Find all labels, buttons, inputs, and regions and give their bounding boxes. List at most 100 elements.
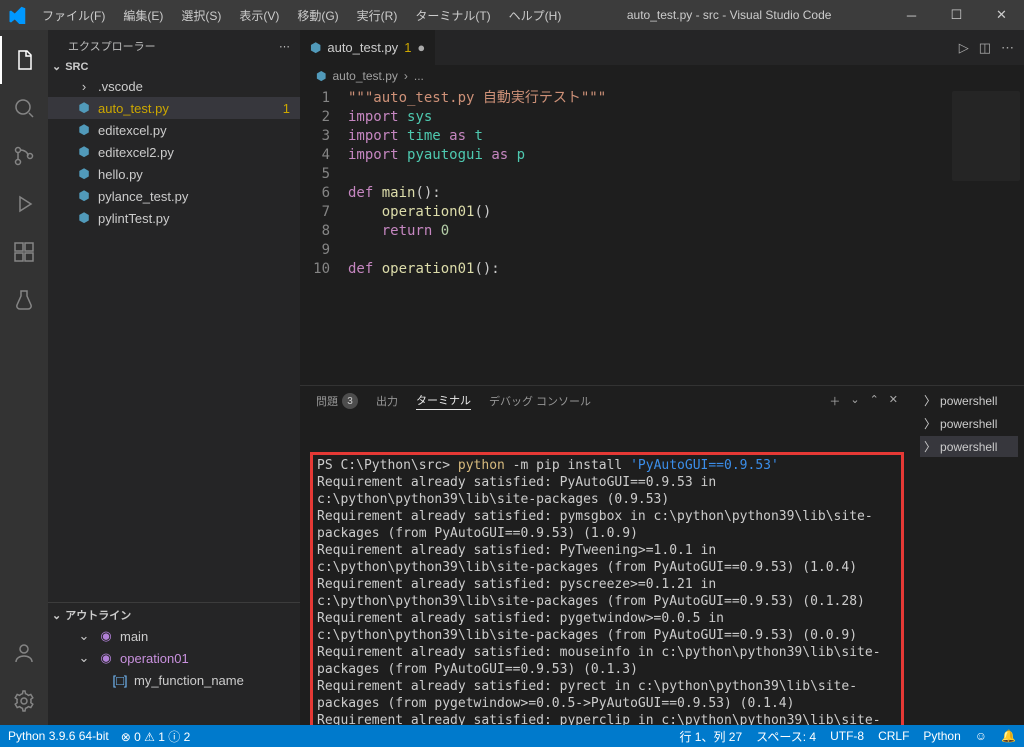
minimap[interactable] [952, 91, 1020, 181]
status-language[interactable]: Python [923, 729, 960, 743]
testing-icon[interactable] [0, 276, 48, 324]
extensions-icon[interactable] [0, 228, 48, 276]
terminal-instance[interactable]: 〉powershell [920, 390, 1018, 411]
settings-gear-icon[interactable] [0, 677, 48, 725]
outline-item[interactable]: ⌄ ◉ main [48, 625, 300, 647]
tab-auto-test[interactable]: ⬢ auto_test.py 1 ● [300, 30, 436, 65]
minimize-button[interactable]: ─ [889, 0, 934, 30]
outline-item[interactable]: ⌄◉operation01 [48, 647, 300, 669]
account-icon[interactable] [0, 629, 48, 677]
file-badge: 1 [283, 101, 300, 116]
status-cursor-position[interactable]: 行 1、列 27 [679, 728, 742, 745]
menu-item[interactable]: 移動(G) [289, 3, 346, 28]
close-button[interactable]: ✕ [979, 0, 1024, 30]
breadcrumb[interactable]: ⬢ auto_test.py › ... [300, 65, 1024, 87]
chevron-down-icon: ⌄ [76, 628, 92, 644]
file-item[interactable]: ⬢ hello.py [48, 163, 300, 185]
outline-label: my_function_name [134, 673, 300, 688]
file-item[interactable]: ⬢ pylintTest.py [48, 207, 300, 229]
file-item[interactable]: ⬢pylance_test.py [48, 185, 300, 207]
new-terminal-icon[interactable]: ＋ [829, 393, 840, 409]
variable-icon: [□] [112, 673, 128, 688]
chevron-down-icon: ⌄ [52, 609, 61, 622]
window-title: auto_test.py - src - Visual Studio Code [569, 8, 889, 22]
status-encoding[interactable]: UTF-8 [830, 729, 864, 743]
vscode-logo-icon [0, 0, 34, 30]
function-icon: ◉ [98, 628, 114, 644]
tab-problems[interactable]: 問題3 [316, 393, 358, 409]
folder-item[interactable]: ›.vscode [48, 75, 300, 97]
status-eol[interactable]: CRLF [878, 729, 909, 743]
explorer-title: エクスプローラー [68, 38, 156, 54]
editor[interactable]: 12345678910 """auto_test.py 自動実行テスト"""im… [300, 87, 1024, 385]
file-label: .vscode [98, 79, 300, 94]
tab-dirty-icon[interactable]: ● [417, 40, 425, 55]
outline-title: アウトライン [65, 607, 131, 623]
menu-item[interactable]: ターミナル(T) [407, 3, 498, 28]
tab-terminal[interactable]: ターミナル [416, 392, 471, 410]
powershell-icon: 〉 [924, 438, 936, 455]
terminal-instance[interactable]: 〉powershell [920, 413, 1018, 434]
terminal-instance[interactable]: 〉powershell [920, 436, 1018, 457]
status-indent[interactable]: スペース: 4 [756, 728, 816, 745]
outline-label: main [120, 629, 300, 644]
outline-item[interactable]: [□] my_function_name [48, 669, 300, 691]
tab-output[interactable]: 出力 [376, 393, 398, 409]
python-file-icon: ⬢ [76, 100, 92, 116]
titlebar: ファイル(F)編集(E)選択(S)表示(V)移動(G)実行(R)ターミナル(T)… [0, 0, 1024, 30]
outline-header[interactable]: ⌄ アウトライン [48, 602, 300, 625]
python-file-icon: ⬢ [76, 210, 92, 226]
menu-item[interactable]: ヘルプ(H) [501, 3, 570, 28]
file-item[interactable]: ⬢ auto_test.py 1 [48, 97, 300, 119]
run-icon[interactable]: ▷ [959, 40, 969, 56]
panel-tabs: 問題3 出力 ターミナル デバッグ コンソール ＋ ⌄ ⌃ ✕ [300, 386, 914, 416]
terminal[interactable]: PS C:\Python\src> python -m pip install … [300, 416, 914, 725]
more-icon[interactable]: ⋯ [1001, 40, 1014, 56]
terminal-list: 〉powershell〉powershell〉powershell [914, 386, 1024, 725]
status-diagnostics[interactable]: ⊗ 0 ⚠ 1 ⓘ 2 [121, 728, 191, 745]
file-item[interactable]: ⬢ editexcel2.py [48, 141, 300, 163]
split-editor-icon[interactable]: ◫ [979, 40, 991, 56]
activity-bar [0, 30, 48, 725]
chevron-down-icon: ⌄ [52, 60, 61, 73]
file-label: hello.py [98, 167, 300, 182]
file-item[interactable]: ⬢editexcel.py [48, 119, 300, 141]
source-control-icon[interactable] [0, 132, 48, 180]
status-feedback-icon[interactable]: ☺ [975, 729, 987, 743]
status-python-version[interactable]: Python 3.9.6 64-bit [8, 729, 109, 743]
window-controls: ─ ☐ ✕ [889, 0, 1024, 30]
python-file-icon: ⬢ [310, 40, 321, 56]
close-panel-icon[interactable]: ✕ [889, 393, 898, 409]
file-tree: ›.vscode⬢auto_test.py1⬢editexcel.py⬢edit… [48, 75, 300, 229]
menu-item[interactable]: 編集(E) [115, 3, 171, 28]
menu-item[interactable]: 表示(V) [231, 3, 287, 28]
workspace-name: SRC [65, 61, 88, 73]
breadcrumb-file: auto_test.py [332, 69, 397, 83]
file-label: auto_test.py [98, 101, 277, 116]
tab-debug-console[interactable]: デバッグ コンソール [489, 393, 591, 409]
run-debug-icon[interactable] [0, 180, 48, 228]
menu-item[interactable]: 実行(R) [349, 3, 406, 28]
function-icon: ◉ [98, 650, 114, 666]
status-bar: Python 3.9.6 64-bit ⊗ 0 ⚠ 1 ⓘ 2 行 1、列 27… [0, 725, 1024, 747]
python-file-icon: ⬢ [76, 166, 92, 182]
menu-item[interactable]: ファイル(F) [34, 3, 113, 28]
more-icon[interactable]: ⋯ [279, 40, 290, 53]
powershell-icon: 〉 [924, 415, 936, 432]
search-icon[interactable] [0, 84, 48, 132]
explorer-icon[interactable] [0, 36, 48, 84]
menu-item[interactable]: 選択(S) [173, 3, 229, 28]
tab-label: auto_test.py [327, 40, 398, 55]
status-bell-icon[interactable]: 🔔 [1001, 729, 1016, 743]
file-label: pylintTest.py [98, 211, 300, 226]
workspace-header[interactable]: ⌄ SRC [48, 58, 300, 75]
outline-label: operation01 [120, 651, 300, 666]
chevron-down-icon[interactable]: ⌄ [850, 393, 859, 409]
powershell-icon: 〉 [924, 392, 936, 409]
maximize-button[interactable]: ☐ [934, 0, 979, 30]
editor-tabs: ⬢ auto_test.py 1 ● ▷ ◫ ⋯ [300, 30, 1024, 65]
file-label: editexcel2.py [98, 145, 300, 160]
file-label: editexcel.py [98, 123, 300, 138]
python-file-icon: ⬢ [76, 144, 92, 160]
maximize-panel-icon[interactable]: ⌃ [870, 393, 879, 409]
